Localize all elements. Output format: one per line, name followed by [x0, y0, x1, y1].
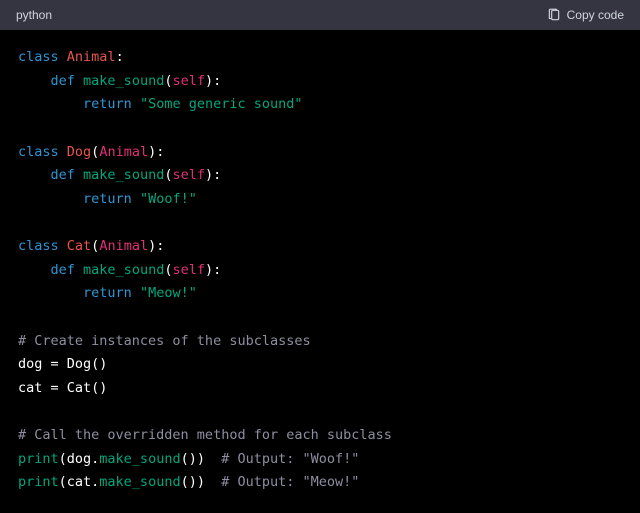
code-content: class Animal: def make_sound(self): retu… [18, 46, 622, 495]
self-param: self [172, 73, 205, 89]
self-param: self [172, 167, 205, 183]
class-name: Cat [67, 238, 91, 254]
copy-code-label: Copy code [567, 8, 624, 22]
comment: # Output: "Meow!" [221, 474, 359, 490]
class-name: Animal [67, 49, 116, 65]
comment: # Call the overridden method for each su… [18, 427, 392, 443]
assignment: dog = [18, 356, 67, 372]
kw-return: return [83, 96, 132, 112]
method-call: make_sound [99, 451, 180, 467]
code-header: python Copy code [0, 0, 640, 30]
punct: : [116, 49, 124, 65]
string-literal: "Meow!" [140, 285, 197, 301]
kw-return: return [83, 191, 132, 207]
code-body[interactable]: class Animal: def make_sound(self): retu… [0, 30, 640, 513]
ctor-call: Cat [67, 380, 91, 396]
comment: # Output: "Woof!" [221, 451, 359, 467]
language-label: python [16, 8, 52, 22]
kw-class: class [18, 144, 59, 160]
fn-name: make_sound [83, 167, 164, 183]
kw-def: def [51, 167, 75, 183]
method-call: make_sound [99, 474, 180, 490]
fn-name: make_sound [83, 73, 164, 89]
string-literal: "Some generic sound" [140, 96, 303, 112]
assignment: cat = [18, 380, 67, 396]
comment: # Create instances of the subclasses [18, 333, 311, 349]
copy-code-button[interactable]: Copy code [547, 8, 624, 22]
ctor-call: Dog [67, 356, 91, 372]
builtin-print: print [18, 474, 59, 490]
kw-def: def [51, 262, 75, 278]
kw-class: class [18, 49, 59, 65]
clipboard-icon [547, 8, 561, 22]
self-param: self [172, 262, 205, 278]
kw-def: def [51, 73, 75, 89]
class-name: Dog [67, 144, 91, 160]
string-literal: "Woof!" [140, 191, 197, 207]
fn-name: make_sound [83, 262, 164, 278]
kw-class: class [18, 238, 59, 254]
builtin-print: print [18, 451, 59, 467]
kw-return: return [83, 285, 132, 301]
base-class: Animal [99, 238, 148, 254]
base-class: Animal [99, 144, 148, 160]
code-block: python Copy code class Animal: def make_… [0, 0, 640, 513]
